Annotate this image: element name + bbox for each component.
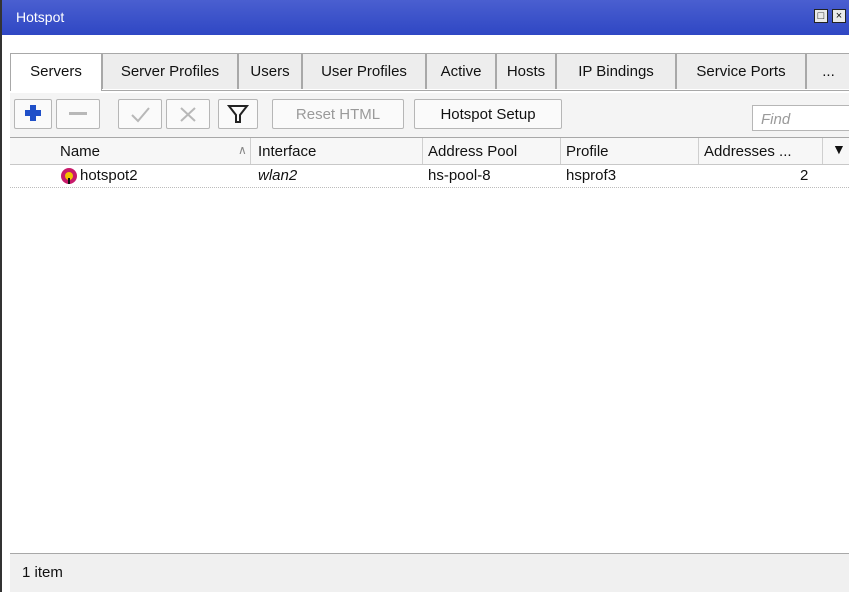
- enable-button[interactable]: [118, 99, 162, 129]
- item-count: 1 item: [22, 564, 63, 581]
- tab-active[interactable]: Active: [426, 53, 496, 89]
- title-bar[interactable]: Hotspot □ ×: [2, 0, 849, 35]
- table-header: Name ∧ Interface Address Pool Profile Ad…: [10, 138, 849, 165]
- column-header-addresses[interactable]: Addresses ...: [704, 143, 792, 160]
- tab-users[interactable]: Users: [238, 53, 302, 89]
- reset-html-label: Reset HTML: [295, 106, 381, 123]
- disable-button[interactable]: [166, 99, 210, 129]
- tab-servers[interactable]: Servers: [10, 53, 102, 91]
- tab-bar: Servers Server Profiles Users User Profi…: [10, 53, 849, 91]
- status-bar: 1 item: [10, 553, 849, 592]
- toolbar: Reset HTML Hotspot Setup Find: [10, 93, 849, 137]
- column-divider[interactable]: [422, 138, 423, 164]
- tab-hosts[interactable]: Hosts: [496, 53, 556, 89]
- add-button[interactable]: [14, 99, 52, 129]
- column-header-interface[interactable]: Interface: [258, 143, 316, 160]
- cell-interface: wlan2: [258, 167, 298, 184]
- window-title: Hotspot: [16, 9, 65, 25]
- check-icon: [131, 107, 150, 123]
- hotspot-server-icon: [61, 168, 77, 184]
- close-button[interactable]: ×: [832, 9, 846, 23]
- tab-service-ports[interactable]: Service Ports: [676, 53, 806, 89]
- hotspot-setup-label: Hotspot Setup: [440, 106, 536, 123]
- restore-button[interactable]: □: [814, 9, 828, 23]
- filter-icon: [226, 105, 250, 123]
- remove-button[interactable]: [56, 99, 100, 129]
- sort-indicator-icon: ∧: [238, 143, 247, 157]
- hotspot-setup-button[interactable]: Hotspot Setup: [414, 99, 562, 129]
- servers-table: Name ∧ Interface Address Pool Profile Ad…: [10, 137, 849, 554]
- tab-user-profiles[interactable]: User Profiles: [302, 53, 426, 89]
- cell-name: hotspot2: [80, 167, 138, 184]
- plus-icon: [25, 105, 41, 121]
- find-input[interactable]: Find: [752, 105, 849, 131]
- table-row[interactable]: hotspot2 wlan2 hs-pool-8 hsprof3 2: [10, 165, 849, 188]
- column-divider[interactable]: [250, 138, 251, 164]
- column-header-profile[interactable]: Profile: [566, 143, 609, 160]
- tab-more[interactable]: ...: [806, 53, 849, 89]
- column-divider[interactable]: [822, 138, 823, 164]
- tab-server-profiles[interactable]: Server Profiles: [102, 53, 238, 89]
- column-header-name[interactable]: Name: [60, 143, 100, 160]
- filter-button[interactable]: [218, 99, 258, 129]
- reset-html-button[interactable]: Reset HTML: [272, 99, 404, 129]
- minus-icon: [69, 112, 87, 115]
- column-menu-icon[interactable]: ▼: [832, 141, 846, 157]
- column-header-address-pool[interactable]: Address Pool: [428, 143, 517, 160]
- cell-address-pool: hs-pool-8: [428, 167, 491, 184]
- tab-ip-bindings[interactable]: IP Bindings: [556, 53, 676, 89]
- cell-addresses: 2: [800, 167, 809, 184]
- column-divider[interactable]: [698, 138, 699, 164]
- column-divider[interactable]: [560, 138, 561, 164]
- x-icon: [180, 107, 196, 122]
- cell-profile: hsprof3: [566, 167, 617, 184]
- hotspot-window: Hotspot □ × Servers Server Profiles User…: [0, 0, 849, 592]
